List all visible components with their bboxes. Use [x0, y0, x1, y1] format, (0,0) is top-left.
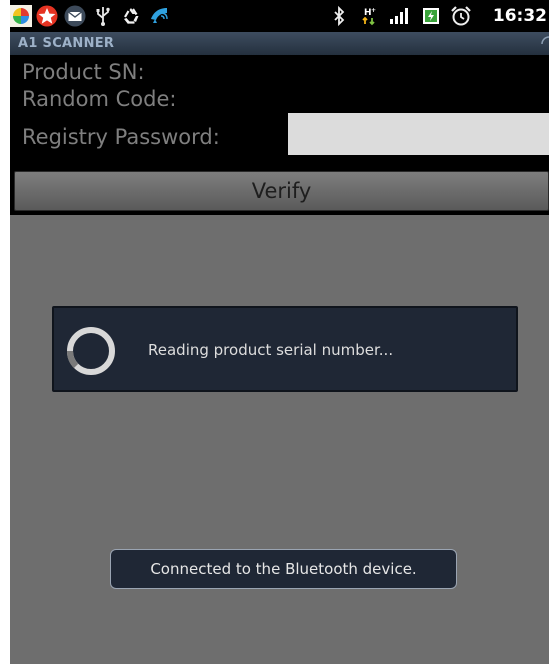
progress-spinner-icon — [67, 327, 115, 375]
alarm-icon — [451, 6, 471, 26]
registration-form: Product SN: Random Code: Registry Passwo… — [10, 55, 549, 215]
recycle-icon — [124, 8, 139, 24]
progress-message: Reading product serial number... — [148, 341, 394, 359]
registry-password-input[interactable] — [288, 113, 549, 155]
hspa-signal-icon: H + — [362, 7, 376, 26]
status-bar: H + 16:32 — [10, 0, 549, 32]
status-bar-time: 16:32 — [492, 6, 547, 26]
app-title: A1 SCANNER — [18, 36, 115, 51]
phone-screen: H + 16:32 A1 SCANNER Product SN: Random … — [10, 0, 549, 664]
toast-notification: Connected to the Bluetooth device. — [110, 549, 457, 589]
progress-dialog: Reading product serial number... — [52, 306, 518, 392]
usb-icon — [96, 7, 110, 26]
loading-indicator-icon — [541, 36, 549, 45]
mail-icon — [64, 5, 86, 27]
product-sn-label: Product SN: — [22, 60, 145, 84]
signal-bars-icon — [390, 8, 408, 24]
app-notification-icon — [10, 5, 32, 27]
phone-call-icon — [151, 8, 168, 23]
random-code-label: Random Code: — [22, 87, 177, 111]
star-icon — [36, 5, 58, 27]
svg-text:+: + — [371, 7, 376, 14]
bluetooth-icon — [334, 5, 345, 27]
verify-button[interactable]: Verify — [14, 171, 549, 211]
app-title-bar: A1 SCANNER — [10, 32, 549, 55]
registry-password-label: Registry Password: — [22, 125, 220, 149]
battery-icon — [423, 8, 439, 24]
